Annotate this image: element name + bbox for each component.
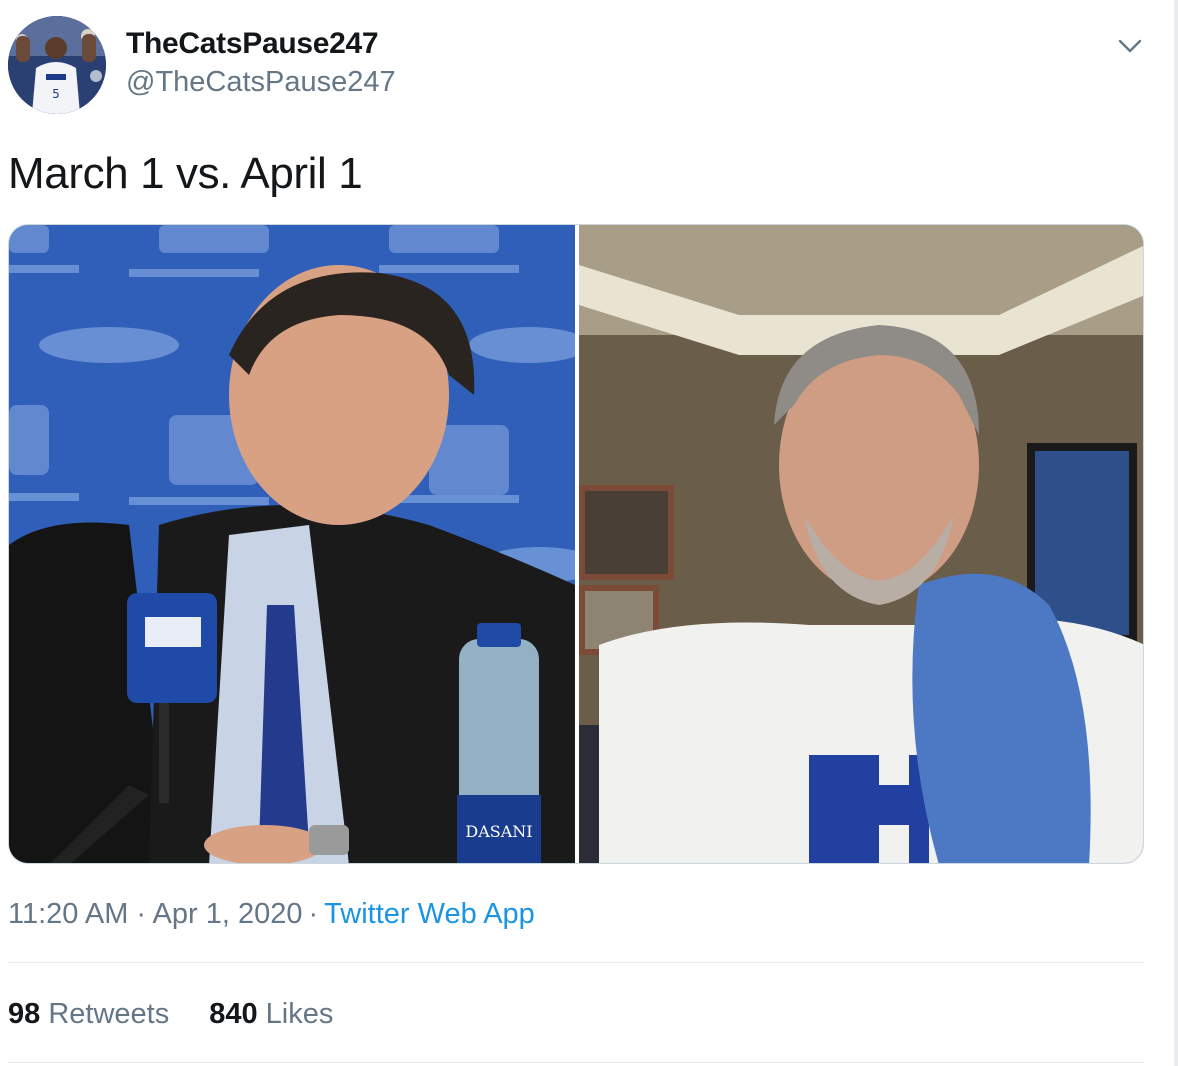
divider [8, 1062, 1144, 1063]
tweet-timestamp[interactable]: 11:20 AM · Apr 1, 2020 [8, 898, 303, 930]
media-photo-right[interactable] [579, 225, 1143, 863]
author-handle[interactable]: @TheCatsPause247 [126, 64, 396, 100]
author-names: TheCatsPause247 @TheCatsPause247 [126, 26, 396, 100]
chevron-down-icon [1118, 39, 1142, 53]
home-video-photo [579, 225, 1143, 863]
tweet-media: DASANI [8, 224, 1144, 864]
svg-text:DASANI: DASANI [465, 822, 532, 841]
tweet-header: 5 TheCatsPause247 @TheCatsPause247 [8, 16, 1148, 114]
retweets-label: Retweets [48, 998, 170, 1030]
divider [8, 962, 1144, 963]
press-conference-photo: DASANI [9, 225, 575, 863]
likes-count: 840 [209, 998, 258, 1030]
svg-text:5: 5 [52, 87, 60, 101]
retweets-stat[interactable]: 98 Retweets [8, 994, 169, 1034]
media-photo-left[interactable]: DASANI [9, 225, 575, 863]
tweet-source-link[interactable]: Twitter Web App [324, 898, 535, 930]
likes-label: Likes [265, 998, 334, 1030]
tweet-meta: 11:20 AM · Apr 1, 2020 · Twitter Web App [8, 894, 535, 934]
page-right-border [1174, 0, 1178, 1066]
author-avatar[interactable]: 5 [8, 16, 106, 114]
likes-stat[interactable]: 840 Likes [209, 994, 333, 1034]
tweet-menu-button[interactable] [1112, 28, 1148, 64]
avatar-image: 5 [8, 16, 106, 114]
tweet-card: 5 TheCatsPause247 @TheCatsPause247 March… [0, 0, 1170, 1066]
author-display-name[interactable]: TheCatsPause247 [126, 26, 396, 62]
retweets-count: 98 [8, 998, 41, 1030]
meta-separator: · [308, 898, 319, 930]
tweet-stats: 98 Retweets 840 Likes [8, 994, 333, 1034]
tweet-text: March 1 vs. April 1 [8, 149, 363, 198]
